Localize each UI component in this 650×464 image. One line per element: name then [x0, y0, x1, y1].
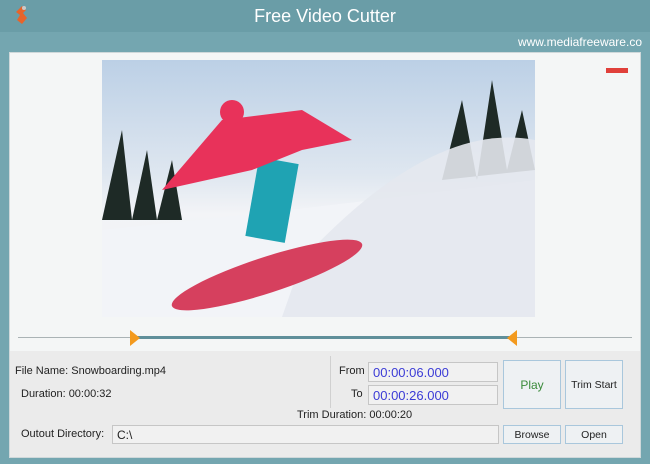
video-frame — [102, 80, 535, 317]
trim-start-handle[interactable] — [130, 330, 140, 346]
file-name-label: File Name: Snowboarding.mp4 — [15, 365, 167, 377]
duration-label: Duration: 00:00:32 — [21, 388, 112, 400]
timeline-selected-range — [133, 336, 514, 339]
from-time-input[interactable]: 00:00:06.000 — [368, 362, 498, 382]
play-button[interactable]: Play — [503, 360, 561, 409]
output-directory-label: Outout Directory: — [21, 428, 105, 440]
trim-end-handle[interactable] — [507, 330, 517, 346]
title-bar: Free Video Cutter — [0, 0, 650, 32]
window-title: Free Video Cutter — [254, 6, 396, 26]
trim-start-button[interactable]: Trim Start — [565, 360, 623, 409]
output-directory-input[interactable]: C:\ — [112, 425, 499, 444]
from-label: From — [339, 365, 365, 377]
to-time-input[interactable]: 00:00:26.000 — [368, 385, 498, 405]
website-link[interactable]: www.mediafreeware.co — [518, 35, 642, 49]
open-button[interactable]: Open — [565, 425, 623, 444]
trim-duration-label: Trim Duration: 00:00:20 — [297, 409, 413, 421]
to-label: To — [351, 388, 363, 400]
divider — [330, 356, 331, 408]
video-preview[interactable] — [102, 60, 535, 317]
record-indicator — [606, 68, 628, 73]
browse-button[interactable]: Browse — [503, 425, 561, 444]
